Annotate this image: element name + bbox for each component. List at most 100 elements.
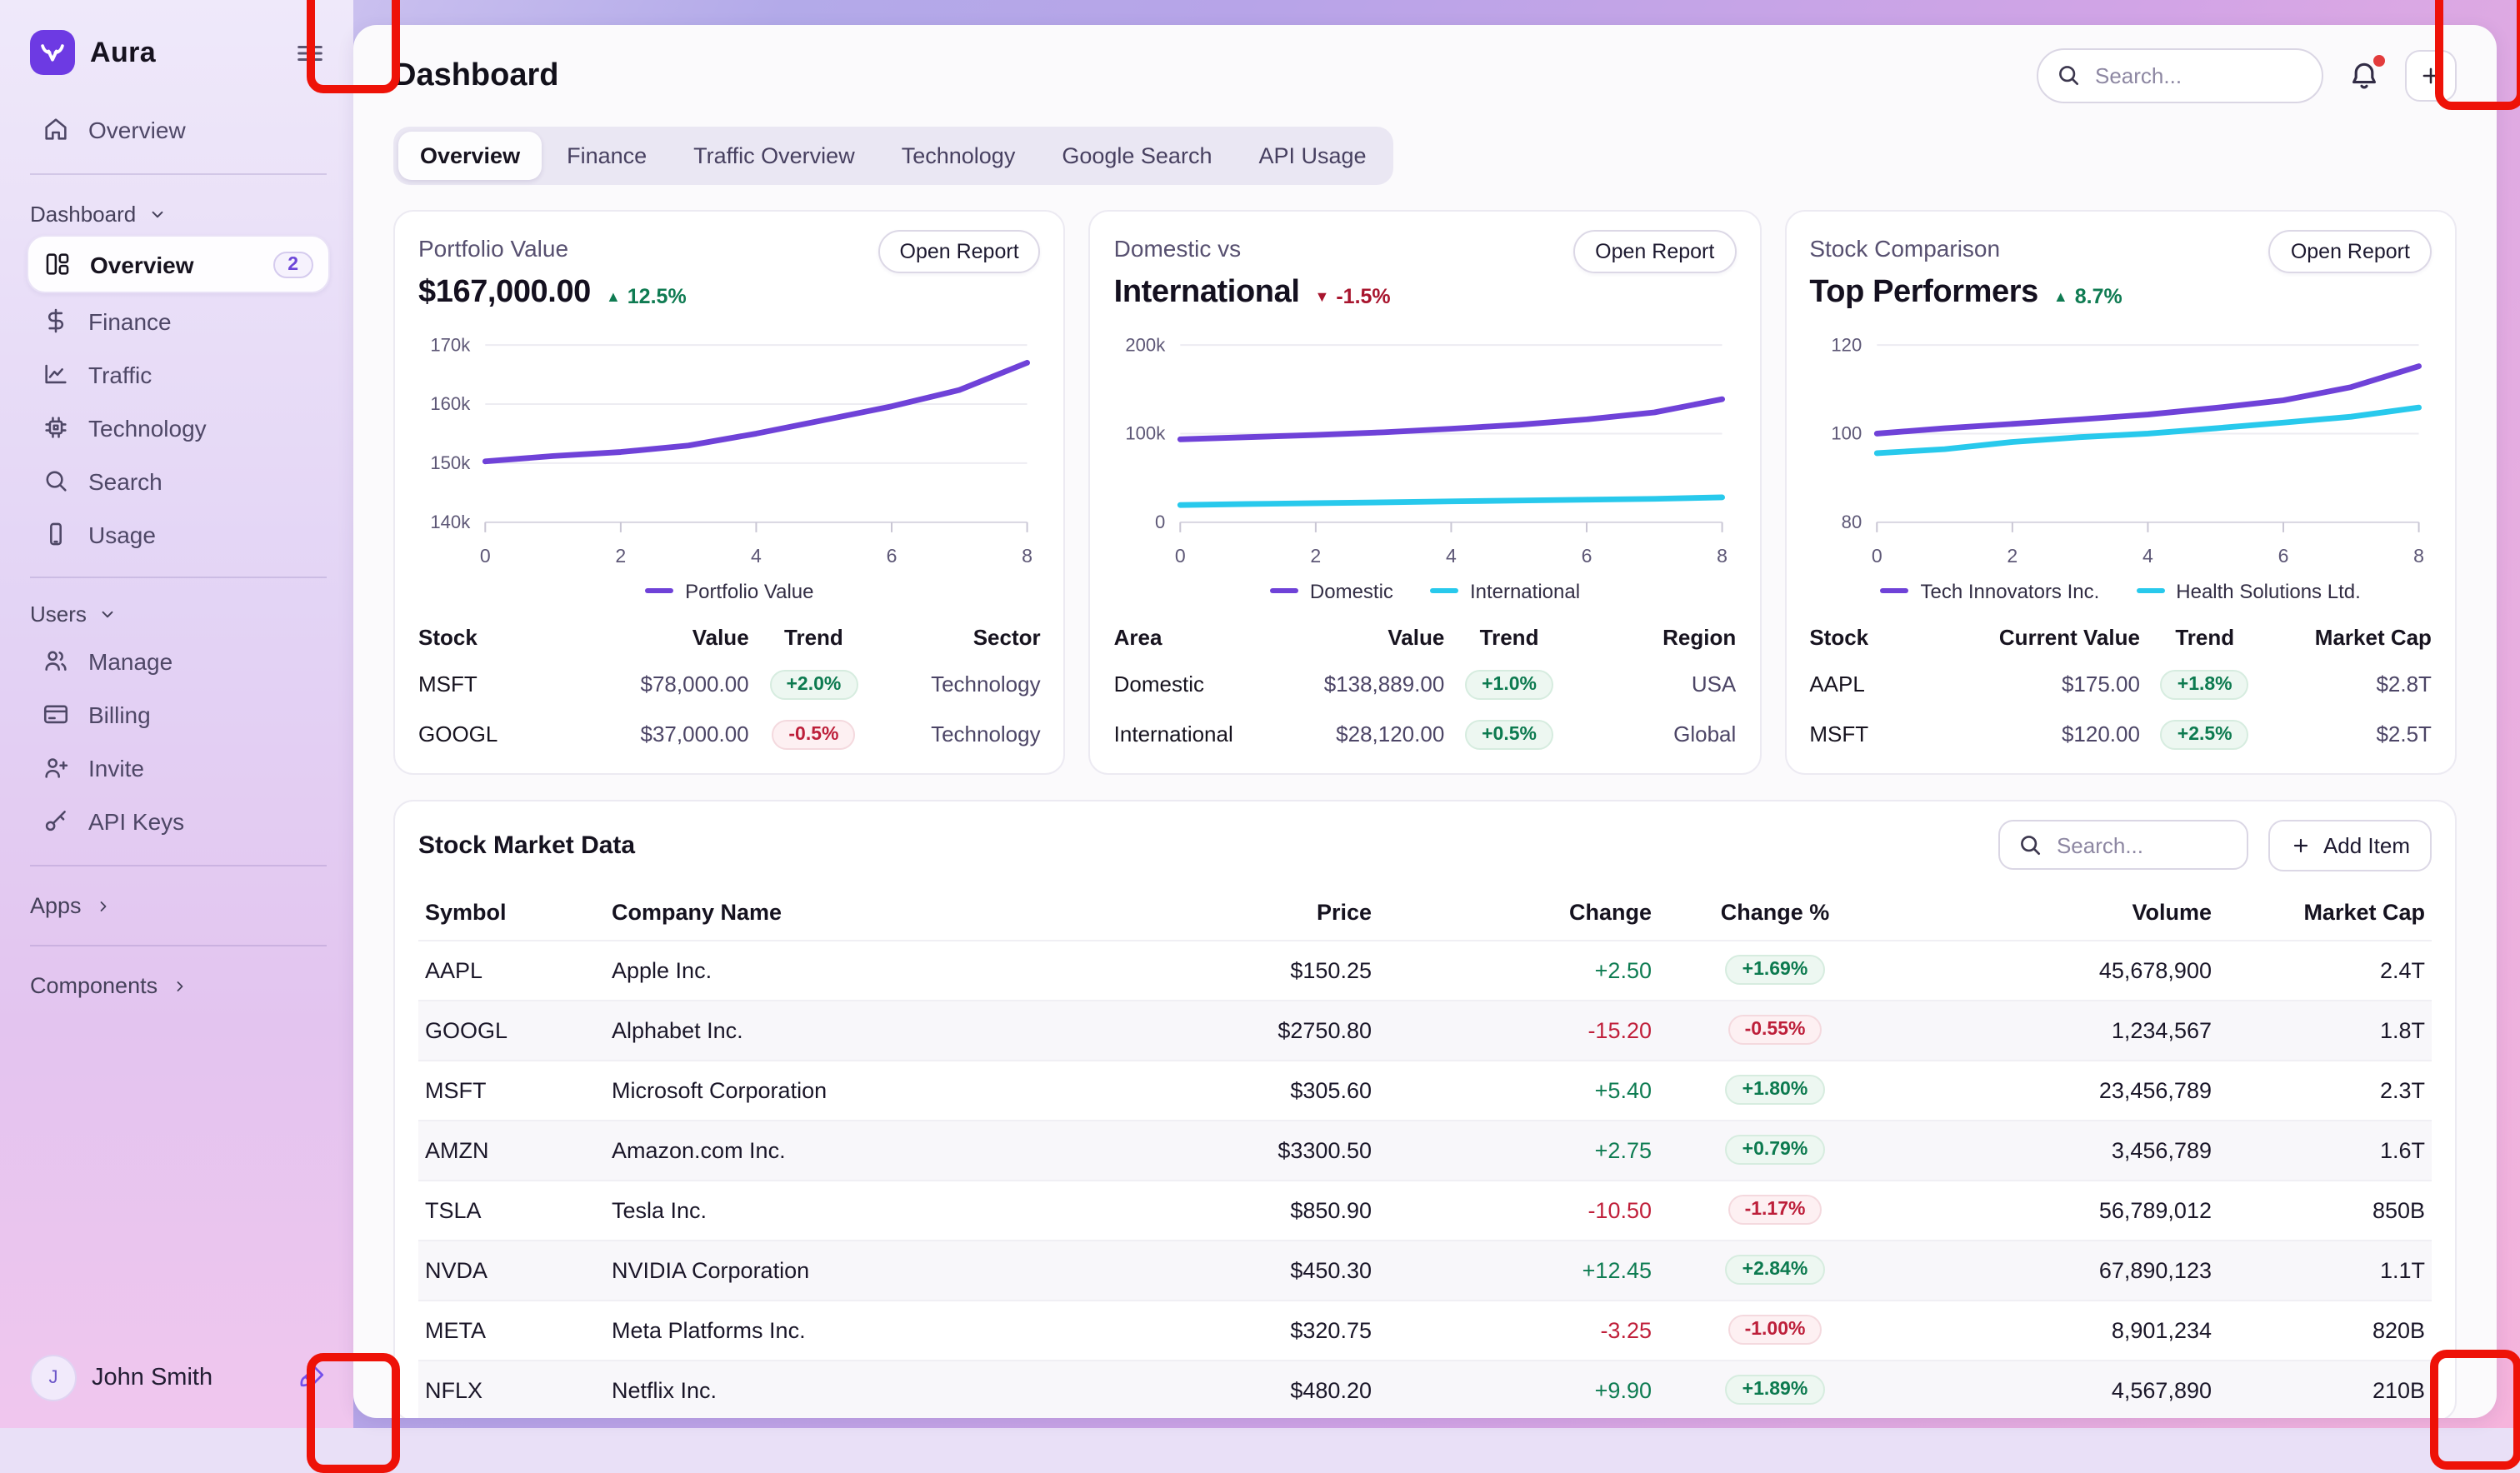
table-column-header: Price: [1135, 884, 1372, 939]
change-pct-badge: -0.55%: [1728, 1015, 1822, 1045]
cell-volume: 56,789,012: [1898, 1197, 2212, 1222]
table-cell: $120.00: [1946, 712, 2140, 756]
trend-badge: +2.5%: [2161, 719, 2249, 749]
table-cell: -0.5%: [749, 709, 879, 759]
line-chart: 1201008002468: [1809, 325, 2432, 576]
table-row[interactable]: NVDANVIDIA Corporation$450.30+12.45+2.84…: [418, 1239, 2432, 1299]
sidebar-item-badge: 2: [272, 251, 313, 277]
table-cell: MSFT: [1809, 712, 1945, 756]
cell-volume: 3,456,789: [1898, 1137, 2212, 1162]
sidebar-item-usage[interactable]: Usage: [27, 508, 330, 560]
sidebar-divider: [30, 865, 327, 866]
svg-text:4: 4: [1447, 545, 1458, 567]
cell-symbol: AAPL: [425, 957, 612, 982]
sidebar-item-api-keys[interactable]: API Keys: [27, 795, 330, 846]
cell-price: $480.20: [1135, 1377, 1372, 1402]
change-pct-badge: +1.89%: [1726, 1375, 1825, 1405]
cell-symbol: AMZN: [425, 1137, 612, 1162]
table-row[interactable]: AAPLApple Inc.$150.25+2.50+1.69%45,678,9…: [418, 939, 2432, 999]
table-column-header: Market Cap: [2212, 884, 2425, 939]
cell-volume: 67,890,123: [1898, 1257, 2212, 1282]
sidebar-item-finance[interactable]: Finance: [27, 295, 330, 347]
legend-item: Domestic: [1270, 579, 1393, 602]
table-cell: $2.8T: [2270, 662, 2432, 707]
sidebar-item-billing[interactable]: Billing: [27, 688, 330, 740]
cell-price: $305.60: [1135, 1077, 1372, 1102]
svg-text:8: 8: [1718, 545, 1728, 567]
table-row[interactable]: NFLXNetflix Inc.$480.20+9.90+1.89%4,567,…: [418, 1359, 2432, 1418]
stock-market-header: Stock Market Data Add Item: [418, 819, 2432, 871]
cell-change-pct: +1.89%: [1652, 1375, 1898, 1405]
table-row[interactable]: AMZNAmazon.com Inc.$3300.50+2.75+0.79%3,…: [418, 1119, 2432, 1179]
legend-item: Portfolio Value: [645, 579, 813, 602]
chart-legend: Portfolio Value: [418, 579, 1041, 602]
sidebar-item-invite[interactable]: Invite: [27, 741, 330, 793]
svg-text:0: 0: [1156, 512, 1166, 532]
home-icon: [42, 115, 70, 143]
cell-price: $450.30: [1135, 1257, 1372, 1282]
sidebar-link-apps[interactable]: Apps: [27, 883, 330, 928]
sidebar-section-label[interactable]: Dashboard: [27, 195, 330, 233]
cell-change: -15.20: [1372, 1017, 1652, 1042]
sidebar-item-label: Manage: [88, 647, 315, 674]
sidebar-top-nav: Overview: [27, 102, 330, 157]
stock-market-panel: Stock Market Data Add Item SymbolCompany…: [393, 799, 2457, 1418]
sidebar-item-overview[interactable]: Overview: [27, 103, 330, 155]
dashboard-tabs: OverviewFinanceTraffic OverviewTechnolog…: [393, 127, 1393, 185]
sidebar-item-label: Traffic: [88, 361, 315, 387]
cell-company: Tesla Inc.: [612, 1197, 1135, 1222]
legend-swatch: [1881, 588, 1909, 594]
cell-price: $150.25: [1135, 957, 1372, 982]
notifications-button[interactable]: [2347, 58, 2382, 93]
tab-overview[interactable]: Overview: [398, 132, 542, 180]
sidebar-item-manage[interactable]: Manage: [27, 635, 330, 687]
table-row[interactable]: METAMeta Platforms Inc.$320.75-3.25-1.00…: [418, 1299, 2432, 1359]
legend-swatch: [645, 588, 673, 594]
table-column-header: Trend: [1444, 612, 1574, 659]
table-cell: $138,889.00: [1250, 662, 1444, 707]
table-column-header: Sector: [878, 612, 1040, 659]
svg-text:120: 120: [1831, 334, 1862, 355]
trend-badge: -0.5%: [772, 719, 855, 749]
table-cell: $37,000.00: [554, 712, 748, 756]
table-cell: $175.00: [1946, 662, 2140, 707]
tab-finance[interactable]: Finance: [545, 132, 668, 180]
cell-change: +2.50: [1372, 957, 1652, 982]
sidebar-item-search[interactable]: Search: [27, 455, 330, 507]
sidebar-item-label: Overview: [90, 251, 254, 277]
stat-card-value: International: [1114, 275, 1300, 312]
chart-legend: Domestic International: [1114, 579, 1737, 602]
stock-market-title: Stock Market Data: [418, 831, 1978, 859]
tab-google-search[interactable]: Google Search: [1040, 132, 1233, 180]
open-report-button[interactable]: Open Report: [1573, 230, 1736, 273]
stat-card-value-row: Top Performers▲8.7%: [1809, 275, 2432, 312]
table-row[interactable]: GOOGLAlphabet Inc.$2750.80-15.20-0.55%1,…: [418, 999, 2432, 1059]
sidebar-header: Aura: [27, 20, 330, 78]
cell-symbol: MSFT: [425, 1077, 612, 1102]
add-item-button[interactable]: Add Item: [2268, 819, 2432, 871]
sidebar-divider: [30, 173, 327, 175]
aura-logo-icon: [30, 30, 75, 75]
tab-traffic-overview[interactable]: Traffic Overview: [672, 132, 877, 180]
sidebar-link-components[interactable]: Components: [27, 963, 330, 1008]
stat-card-label: Portfolio Value: [418, 230, 878, 262]
tab-technology[interactable]: Technology: [880, 132, 1038, 180]
table-row[interactable]: MSFTMicrosoft Corporation$305.60+5.40+1.…: [418, 1059, 2432, 1119]
sidebar-item-traffic[interactable]: Traffic: [27, 348, 330, 400]
notification-dot: [2373, 55, 2385, 67]
sidebar-user[interactable]: J John Smith: [27, 1345, 330, 1411]
table-column-header: Value: [1250, 612, 1444, 659]
open-report-button[interactable]: Open Report: [2269, 230, 2432, 273]
sidebar-item-overview[interactable]: Overview 2: [27, 235, 330, 293]
table-row[interactable]: TSLATesla Inc.$850.90-10.50-1.17%56,789,…: [418, 1179, 2432, 1239]
sidebar-item-technology[interactable]: Technology: [27, 402, 330, 453]
open-report-button[interactable]: Open Report: [878, 230, 1041, 273]
dollar-icon: [42, 307, 70, 335]
stat-card-value: Top Performers: [1809, 275, 2038, 312]
trend-badge: +1.8%: [2161, 669, 2249, 699]
cell-market-cap: 2.3T: [2212, 1077, 2425, 1102]
legend-item: International: [1430, 579, 1580, 602]
stat-card-table: StockValueTrendSectorMSFT$78,000.00+2.0%…: [418, 612, 1041, 759]
sidebar-section-label[interactable]: Users: [27, 595, 330, 633]
tab-api-usage[interactable]: API Usage: [1237, 132, 1388, 180]
